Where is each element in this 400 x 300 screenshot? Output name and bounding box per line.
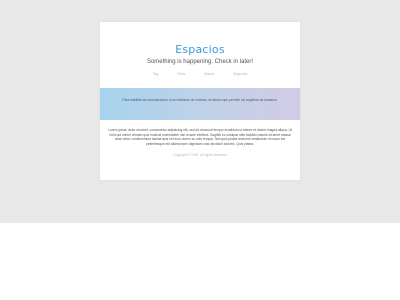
site-title[interactable]: Espacios — [100, 43, 300, 56]
newsletter-banner: Para habilitar las suscripciones a los b… — [100, 88, 300, 120]
site-tagline: Something is happening. Check in later! — [146, 59, 254, 65]
content-card: Espacios Something is happening. Check i… — [100, 22, 300, 180]
nav-item-ruta[interactable]: Ruta — [177, 72, 185, 76]
nav-item-segundo[interactable]: Segundo — [233, 72, 247, 76]
body-paragraph: Lorem ipsum dolor sit amet, consectetur … — [108, 128, 292, 146]
main-nav: Tag Ruta Marca Segundo — [100, 72, 300, 76]
footer-copyright: Copyright © 2020. All rights reserved. — [172, 153, 228, 157]
nav-item-marca[interactable]: Marca — [204, 72, 214, 76]
nav-item-tag[interactable]: Tag — [153, 72, 159, 76]
newsletter-notice: Para habilitar las suscripciones a los b… — [122, 98, 278, 102]
